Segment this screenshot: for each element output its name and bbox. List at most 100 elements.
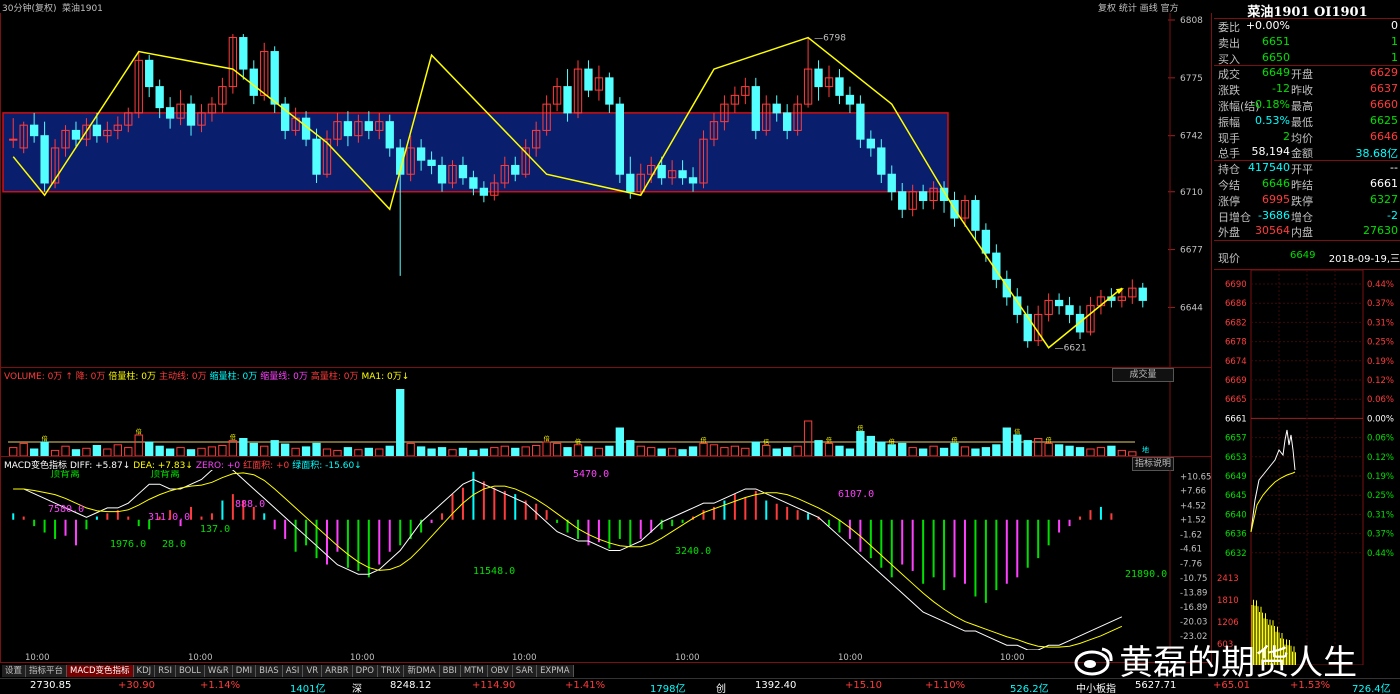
volume-bar <box>9 447 18 456</box>
volume-bar <box>709 444 719 456</box>
watermark: 黄磊的期货人生 <box>1072 635 1357 683</box>
tab-boll[interactable]: BOLL <box>175 665 205 677</box>
quote-row-value: 6646 <box>1262 177 1290 190</box>
quote-row-value: -3686 <box>1258 208 1290 222</box>
tab--dma[interactable]: 新DMA <box>404 665 440 677</box>
tab-rsi[interactable]: RSI <box>155 665 176 677</box>
volume-bar <box>61 445 70 456</box>
candle-body <box>437 164 447 184</box>
quote-row-value: 6651 <box>1262 34 1290 48</box>
candle-body <box>657 164 666 179</box>
intraday-vol-tick: 2413 <box>1217 574 1239 584</box>
quote-row-value: 6650 <box>1262 50 1290 64</box>
time-axis-label: 10:00 <box>1000 653 1025 663</box>
intraday-price-tick: 6645 <box>1225 491 1247 501</box>
volume-bar <box>92 445 102 456</box>
intraday-price-tick: 6674 <box>1225 357 1247 367</box>
volume-selector[interactable]: 成交量 <box>1112 368 1174 382</box>
quote-date: 2018-09-19,三 <box>1328 254 1400 265</box>
volume-bar <box>406 442 415 456</box>
volume-bar <box>40 441 49 456</box>
tab--[interactable]: 设置 <box>2 665 27 677</box>
tab-kdj[interactable]: KDJ <box>133 665 156 677</box>
candle-body <box>249 68 258 96</box>
quote-row-value2: 6625 <box>1370 113 1398 127</box>
quote-row: 振幅 0.53% 最低 6625 <box>1218 114 1400 130</box>
volume-bar <box>678 449 687 456</box>
volume-bar <box>239 438 248 456</box>
macd-tick-label: -10.75 <box>1180 574 1207 584</box>
volume-bar <box>657 448 666 456</box>
weibo-icon <box>1072 643 1116 677</box>
tab-trix[interactable]: TRIX <box>378 665 405 677</box>
intraday-price-tick: 6640 <box>1225 510 1247 520</box>
intraday-pct-tick: 0.19% <box>1367 472 1394 482</box>
volume-bar <box>511 447 520 456</box>
tab-bias[interactable]: BIAS <box>256 665 283 677</box>
volume-bar <box>165 448 175 456</box>
volume-bar <box>741 447 750 456</box>
quote-row-value2: 6661 <box>1370 177 1398 190</box>
tab-arbr[interactable]: ARBR <box>322 665 353 677</box>
candle-body <box>898 191 907 210</box>
status-bar-item: 726.4亿 <box>1352 684 1391 694</box>
tab-macd-[interactable]: MACD变色指标 <box>67 665 134 677</box>
volume-bar <box>312 442 321 456</box>
tab-dmi[interactable]: DMI <box>232 665 257 677</box>
price-tick-label: 6808 <box>1180 16 1203 26</box>
quote-row: 涨跌 -12 昨收 6637 <box>1218 82 1400 98</box>
volume-bar <box>437 447 447 456</box>
quote-row-value2: -- <box>1390 161 1398 175</box>
tab-expma[interactable]: EXPMA <box>537 665 574 677</box>
volume-marker: 倍 <box>1014 428 1020 436</box>
tab-mtm[interactable]: MTM <box>460 665 488 677</box>
volume-bar <box>992 444 1001 456</box>
intraday-vol-tick: 1206 <box>1217 618 1239 628</box>
volume-bar <box>29 448 39 456</box>
status-bar-item: 深 <box>352 684 362 694</box>
quote-divider <box>1214 240 1400 241</box>
volume-bar <box>783 447 792 456</box>
intraday-pct-tick: 0.31% <box>1367 318 1394 328</box>
volume-chart: 1173886587299X100倍倍倍倍倍倍倍倍倍倍倍倍倍地 <box>8 382 1171 456</box>
price-tick-label: 6677 <box>1180 246 1203 256</box>
tab-obv[interactable]: OBV <box>487 665 513 677</box>
volume-bar <box>280 443 290 456</box>
candle-body <box>1065 305 1074 315</box>
volume-bar <box>1023 440 1032 456</box>
tab-bbi[interactable]: BBI <box>439 665 461 677</box>
quote-row-label2: 金额 <box>1291 147 1313 161</box>
volume-bar <box>542 441 551 456</box>
candle-body <box>9 138 18 141</box>
macd-annotation: 888.0 <box>235 499 265 510</box>
quote-row-label: 外盘 <box>1218 226 1240 240</box>
time-axis-label: 10:00 <box>25 653 50 663</box>
tab--[interactable]: 指标平台 <box>26 665 68 677</box>
volume-bar <box>824 442 834 456</box>
quote-row: 涨停 6995 跌停 6327 <box>1218 193 1400 209</box>
intraday-price-tick: 6632 <box>1225 549 1247 559</box>
intraday-price-tick: 6636 <box>1225 530 1247 540</box>
tab-asi[interactable]: ASI <box>282 665 304 677</box>
quote-row-value2: 1 <box>1391 50 1398 64</box>
intraday-chart[interactable]: 6690 6686 6682 6678 6674 6669 6665 6661 6657 6653… <box>1215 270 1400 665</box>
volume-marker: 倍 <box>889 438 895 446</box>
low-price-label: —6621 <box>1055 344 1087 354</box>
quote-row-value: 30564 <box>1255 224 1290 238</box>
quote-row-label2: 内盘 <box>1291 226 1313 240</box>
volume-bar <box>918 448 928 456</box>
indicator-help-button[interactable]: 指标说明 <box>1132 457 1174 471</box>
volume-bar <box>490 447 499 456</box>
candle-body <box>71 129 81 140</box>
price-tick-label: 6775 <box>1180 74 1203 84</box>
macd-annotation: 137.0 <box>200 524 230 535</box>
candlestick-chart[interactable]: 6808 6775 6742 6710 6677 6644 —6798 —6621 <box>0 13 1212 367</box>
tab-sar[interactable]: SAR <box>512 665 538 677</box>
macd-annotation: 1976.0 <box>110 539 146 550</box>
tab-vr[interactable]: VR <box>303 665 323 677</box>
candle-body <box>364 121 373 131</box>
macd-annotation: 3240.0 <box>675 546 711 557</box>
candle-body <box>845 94 855 105</box>
tab-w-r[interactable]: W&R <box>204 665 233 677</box>
tab-dpo[interactable]: DPO <box>352 665 379 677</box>
